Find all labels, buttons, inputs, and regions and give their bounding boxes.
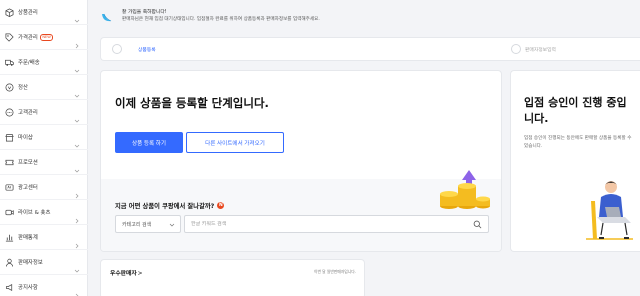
keyword-search-box bbox=[184, 215, 489, 233]
chevron-down-icon bbox=[74, 9, 80, 23]
step-product-registration[interactable]: 상품등록 bbox=[138, 46, 156, 53]
chevron-down-icon bbox=[74, 59, 80, 73]
chevron-right-icon bbox=[74, 234, 80, 249]
search-icon[interactable] bbox=[473, 220, 482, 229]
approval-status-description: 입점 승인이 진행되는 동안에도 판매할 상품을 등록할 수 있습니다. bbox=[524, 136, 632, 149]
import-from-other-site-button[interactable]: 다른 사이트에서 가져오기 bbox=[186, 132, 284, 153]
trending-question-text: 지금 어떤 상품이 쿠팡에서 잘나갈까? bbox=[115, 203, 215, 210]
chevron-right-icon bbox=[74, 284, 80, 296]
trending-question: 지금 어떤 상품이 쿠팡에서 잘나갈까? N bbox=[115, 201, 225, 210]
new-badge: NEW bbox=[39, 33, 54, 41]
chat-icon bbox=[5, 108, 14, 117]
sidebar-item-label: 공지사항 bbox=[18, 285, 38, 291]
chevron-down-icon bbox=[74, 159, 80, 173]
page-title: 이제 상품을 등록할 단계입니다. bbox=[115, 96, 269, 110]
sidebar-item-label: 가격관리 bbox=[18, 35, 38, 41]
register-product-card: 이제 상품을 등록할 단계입니다. 상품 등록 하기 다른 사이트에서 가져오기… bbox=[100, 70, 502, 252]
sidebar-item-label: 라이브 & 숏츠 bbox=[18, 210, 51, 216]
sidebar-item-label: 정산 bbox=[18, 85, 28, 91]
chevron-down-icon bbox=[169, 223, 175, 227]
chevron-right-icon bbox=[74, 34, 80, 49]
best-sellers-title: 우수판매자 bbox=[110, 271, 137, 277]
ad-icon bbox=[5, 183, 14, 192]
sidebar-item-sales-stats[interactable]: 판매통계 bbox=[0, 225, 88, 250]
party-icon bbox=[100, 10, 114, 24]
best-sellers-note: 이번 달 일반판매자입니다. bbox=[313, 269, 356, 274]
stats-icon bbox=[5, 233, 14, 242]
welcome-notice: 잘 가입을 축하합니다! 판매자님은 현재 입점 대기상태입니다. 입점절차 완… bbox=[100, 4, 640, 30]
price-tag-icon bbox=[5, 33, 14, 42]
sidebar-item-label: 주문/배송 bbox=[18, 60, 40, 66]
approval-status-card: 입점 승인이 진행 중입니다. 입점 승인이 진행되는 동안에도 판매할 상품을… bbox=[510, 70, 640, 252]
chevron-down-icon bbox=[74, 84, 80, 98]
chevron-down-icon bbox=[74, 134, 80, 148]
step-indicator bbox=[112, 44, 122, 54]
sidebar-item-customers[interactable]: 고객관리 bbox=[0, 100, 88, 125]
truck-icon bbox=[5, 58, 14, 67]
chevron-right-icon: > bbox=[137, 271, 143, 277]
sidebar-item-myshop[interactable]: 마이샵 bbox=[0, 125, 88, 150]
keyword-search-input[interactable] bbox=[191, 221, 471, 227]
sidebar-item-notices[interactable]: 공지사항 bbox=[0, 275, 88, 296]
sidebar-item-label: 광고센터 bbox=[18, 185, 38, 191]
chevron-down-icon bbox=[74, 109, 80, 123]
registration-steps: 상품등록 판매자정보입력 bbox=[100, 37, 640, 61]
box-icon bbox=[5, 7, 14, 17]
step-seller-info[interactable]: 판매자정보입력 bbox=[525, 46, 556, 53]
step-indicator bbox=[511, 44, 521, 54]
sidebar-item-promotion[interactable]: 프로모션 bbox=[0, 150, 88, 175]
coins-illustration: % bbox=[440, 170, 490, 209]
sidebar-item-label: 마이샵 bbox=[18, 135, 33, 141]
best-sellers-link[interactable]: 우수판매자> bbox=[110, 268, 143, 277]
sidebar-item-label: 판매통계 bbox=[18, 235, 38, 241]
sidebar-item-live-shorts[interactable]: 라이브 & 숏츠 bbox=[0, 200, 88, 225]
notice-title: 잘 가입을 축하합니다! bbox=[122, 10, 167, 15]
category-select[interactable]: 카테고리 검색 bbox=[115, 215, 181, 233]
approval-status-title: 입점 승인이 진행 중입니다. bbox=[524, 96, 627, 125]
ticket-icon bbox=[5, 158, 14, 167]
live-icon bbox=[5, 208, 14, 217]
sidebar: 상품관리 가격관리 NEW 주문/배송 정산 고객관리 마이샵 프로모션 광고센… bbox=[0, 0, 88, 296]
sidebar-item-ad-center[interactable]: 광고센터 bbox=[0, 175, 88, 200]
chevron-right-icon bbox=[74, 184, 80, 199]
person-laptop-illustration bbox=[586, 181, 633, 240]
sidebar-item-pricing[interactable]: 가격관리 NEW bbox=[0, 25, 88, 50]
coin-icon bbox=[5, 83, 14, 92]
new-badge: N bbox=[217, 202, 225, 209]
best-sellers-card: 우수판매자> 이번 달 일반판매자입니다. bbox=[100, 259, 365, 296]
sidebar-item-label: 프로모션 bbox=[18, 160, 38, 166]
chevron-right-icon bbox=[74, 209, 80, 224]
sidebar-item-products[interactable]: 상품관리 bbox=[0, 0, 88, 25]
sidebar-item-label: 고객관리 bbox=[18, 110, 38, 116]
register-product-button[interactable]: 상품 등록 하기 bbox=[115, 132, 183, 153]
shop-icon bbox=[5, 133, 14, 142]
sidebar-item-seller-info[interactable]: 판매자정보 bbox=[0, 250, 88, 275]
sidebar-item-label: 상품관리 bbox=[18, 10, 38, 16]
megaphone-icon bbox=[5, 283, 14, 292]
sidebar-item-label: 판매자정보 bbox=[18, 260, 43, 266]
sidebar-item-orders[interactable]: 주문/배송 bbox=[0, 50, 88, 75]
chevron-down-icon bbox=[74, 259, 80, 273]
notice-subtitle: 판매자님은 현재 입점 대기상태입니다. 입점절차 완료를 위하여 상품등록과 … bbox=[122, 17, 320, 22]
category-select-value: 카테고리 검색 bbox=[122, 221, 152, 228]
user-icon bbox=[5, 258, 14, 267]
sidebar-item-settlement[interactable]: 정산 bbox=[0, 75, 88, 100]
